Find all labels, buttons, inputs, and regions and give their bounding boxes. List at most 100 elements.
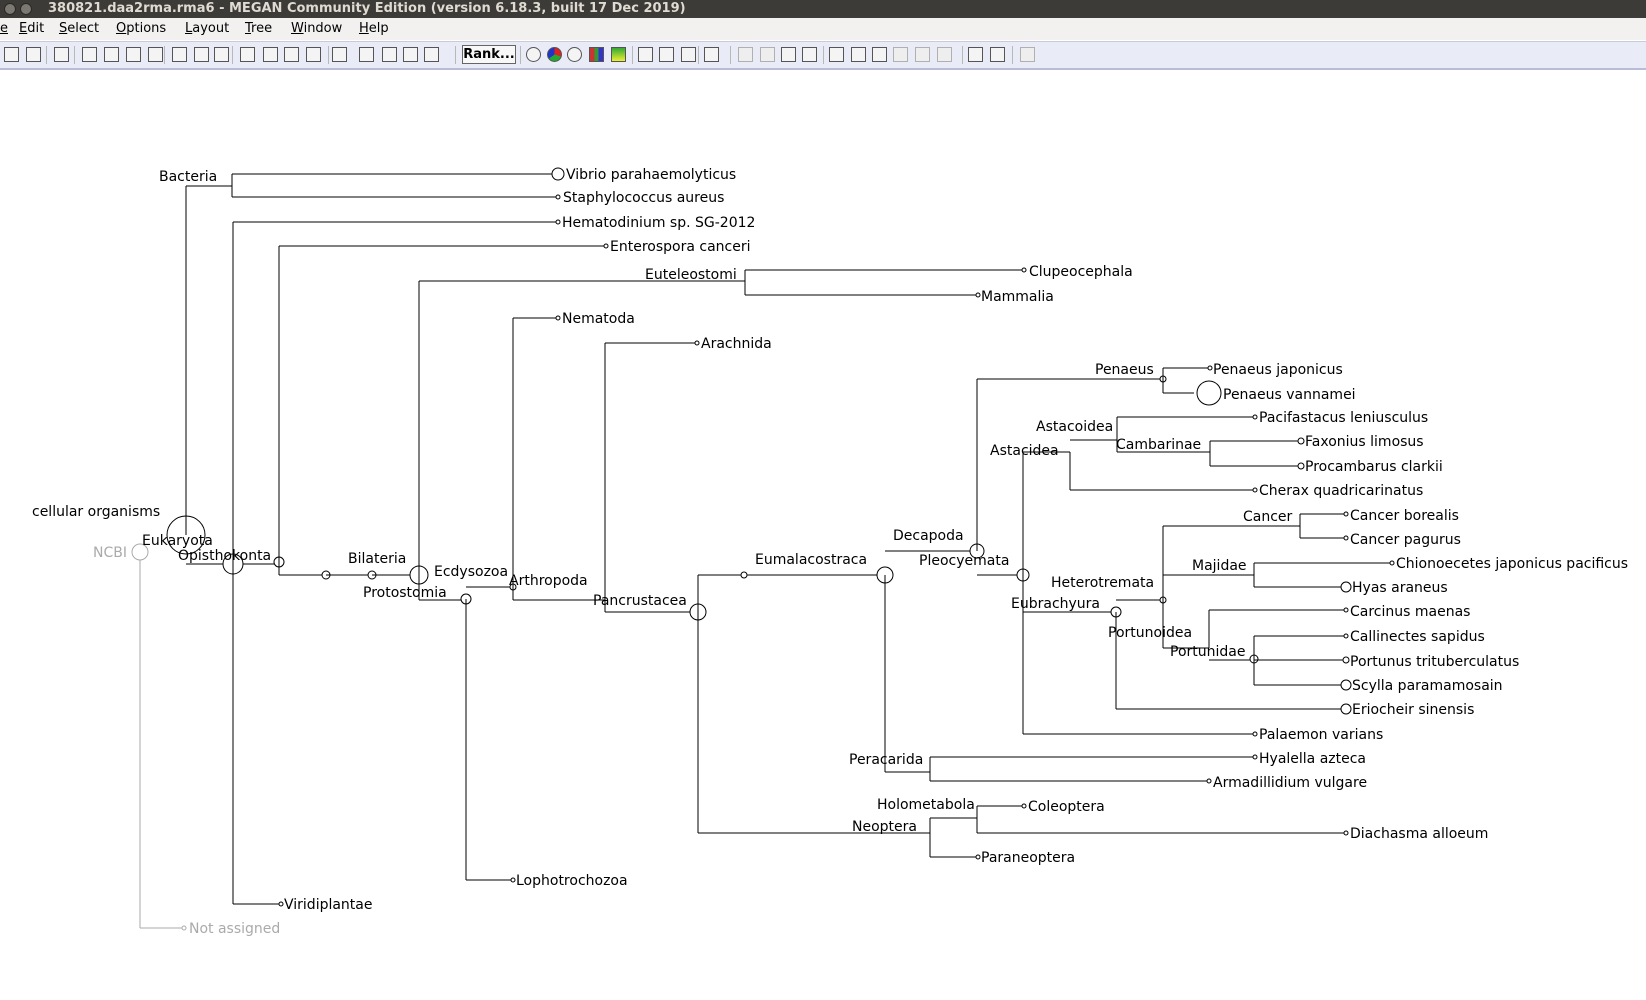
node-label-hyalella[interactable]: Hyalella azteca [1259, 751, 1366, 767]
contract-vertical-icon[interactable] [104, 47, 119, 62]
node-label-p_japonicus[interactable]: Penaeus japonicus [1213, 362, 1343, 378]
menu-layout[interactable]: Layout [185, 18, 229, 40]
uncollapse-icon[interactable] [382, 47, 397, 62]
node-label-hyas[interactable]: Hyas araneus [1352, 580, 1448, 596]
node-label-vibrio[interactable]: Vibrio parahaemolyticus [566, 167, 736, 183]
node-label-peracarida[interactable]: Peracarida [849, 752, 923, 768]
node-label-carcinus[interactable]: Carcinus maenas [1350, 604, 1470, 620]
node-label-portunoidea[interactable]: Portunoidea [1108, 625, 1192, 641]
node-label-armadillidium[interactable]: Armadillidium vulgare [1213, 775, 1367, 791]
node-label-protostomia[interactable]: Protostomia [363, 585, 447, 601]
node-label-chionoecetes[interactable]: Chionoecetes japonicus pacificus [1396, 556, 1628, 572]
log-scale-icon[interactable] [681, 47, 696, 62]
node-label-arthropoda[interactable]: Arthropoda [509, 573, 588, 589]
minimize-window-icon[interactable] [20, 3, 32, 15]
node-label-diachasma[interactable]: Diachasma alloeum [1350, 826, 1488, 842]
node-label-not_assigned[interactable]: Not assigned [189, 921, 280, 937]
keep-only-icon[interactable] [424, 47, 439, 62]
node-label-coleoptera[interactable]: Coleoptera [1028, 799, 1105, 815]
phylogram-icon[interactable] [284, 47, 299, 62]
node-label-pacifastacus[interactable]: Pacifastacus leniusculus [1259, 410, 1428, 426]
node-label-opisthokonta[interactable]: Opisthokonta [178, 548, 271, 564]
table-icon[interactable] [990, 47, 1005, 62]
node-label-pleocyemata[interactable]: Pleocyemata [919, 553, 1009, 569]
details-icon[interactable] [1020, 47, 1035, 62]
heatmap-node-icon[interactable] [611, 47, 626, 62]
bar-chart-icon[interactable] [589, 47, 604, 62]
node-label-palaemon[interactable]: Palaemon varians [1259, 727, 1383, 743]
node-label-callinectes[interactable]: Callinectes sapidus [1350, 629, 1485, 645]
node-label-hematodinium[interactable]: Hematodinium sp. SG-2012 [562, 215, 755, 231]
node-label-bilateria[interactable]: Bilateria [348, 551, 406, 567]
node-label-c_pagurus[interactable]: Cancer pagurus [1350, 532, 1461, 548]
node-label-ncbi[interactable]: NCBI [93, 545, 127, 561]
node-label-ecdysozoa[interactable]: Ecdysozoa [434, 564, 508, 580]
node-label-neoptera[interactable]: Neoptera [852, 819, 917, 835]
node-label-eubrachyura[interactable]: Eubrachyura [1011, 596, 1100, 612]
node-label-astacoidea[interactable]: Astacoidea [1036, 419, 1113, 435]
menu-select[interactable]: Select [59, 18, 99, 40]
close-window-icon[interactable] [4, 3, 16, 15]
node-label-staph[interactable]: Staphylococcus aureus [563, 190, 724, 206]
node-label-heterotremata[interactable]: Heterotremata [1051, 575, 1154, 591]
node-label-cellular[interactable]: cellular organisms [32, 504, 160, 520]
export-icon[interactable] [26, 47, 41, 62]
node-label-euteleostomi[interactable]: Euteleostomi [645, 267, 737, 283]
node-label-arachnida[interactable]: Arachnida [701, 336, 772, 352]
color-icon[interactable] [802, 47, 817, 62]
expand-horizontal-icon[interactable] [126, 47, 141, 62]
circle-node-icon[interactable] [526, 47, 541, 62]
node-label-eukaryota[interactable]: Eukaryota [142, 533, 213, 549]
node-label-portunus[interactable]: Portunus trituberculatus [1350, 654, 1519, 670]
node-label-paraneoptera[interactable]: Paraneoptera [981, 850, 1075, 866]
heatmap-icon[interactable] [332, 47, 347, 62]
fit-icon[interactable] [968, 47, 983, 62]
linear-scale-icon[interactable] [638, 47, 653, 62]
zoom-width-icon[interactable] [194, 47, 209, 62]
menu-file[interactable]: e [0, 18, 8, 40]
taxon-ids-icon[interactable] [851, 47, 866, 62]
menu-options[interactable]: Options [116, 18, 166, 40]
node-label-scylla[interactable]: Scylla paramamosain [1352, 678, 1503, 694]
node-label-cambarinae[interactable]: Cambarinae [1116, 437, 1201, 453]
taxon-names-icon[interactable] [829, 47, 844, 62]
node-label-bacteria[interactable]: Bacteria [159, 169, 217, 185]
node-label-nematoda[interactable]: Nematoda [562, 311, 635, 327]
node-label-c_borealis[interactable]: Cancer borealis [1350, 508, 1459, 524]
menu-tree[interactable]: Tree [245, 18, 272, 40]
node-label-cherax[interactable]: Cherax quadricarinatus [1259, 483, 1423, 499]
collapse-icon[interactable] [359, 47, 374, 62]
node-label-pancrustacea[interactable]: Pancrustacea [593, 593, 687, 609]
contract-horizontal-icon[interactable] [148, 47, 163, 62]
node-label-portunidae[interactable]: Portunidae [1170, 644, 1245, 660]
taxon-rank-icon[interactable] [872, 47, 887, 62]
zoom-full-icon[interactable] [214, 47, 229, 62]
assigned-icon[interactable] [893, 47, 908, 62]
rank-button[interactable]: Rank... [462, 45, 516, 64]
node-label-cancer[interactable]: Cancer [1243, 509, 1293, 525]
collapse-complement-icon[interactable] [403, 47, 418, 62]
expand-vertical-icon[interactable] [82, 47, 97, 62]
coxcomb-icon[interactable] [567, 47, 582, 62]
rooted-tree-icon[interactable] [240, 47, 255, 62]
node-label-mammalia[interactable]: Mammalia [981, 289, 1054, 305]
node-label-p_vannamei[interactable]: Penaeus vannamei [1223, 387, 1356, 403]
node-label-holometabola[interactable]: Holometabola [877, 797, 975, 813]
menu-window[interactable]: Window [291, 18, 342, 40]
cladogram-icon[interactable] [263, 47, 278, 62]
sqrt-scale-icon[interactable] [659, 47, 674, 62]
fit-tree-icon[interactable] [172, 47, 187, 62]
menu-edit[interactable]: Edit [19, 18, 44, 40]
node-label-eriocheir[interactable]: Eriocheir sinensis [1352, 702, 1474, 718]
radial-tree-icon[interactable] [306, 47, 321, 62]
pie-chart-icon[interactable] [547, 47, 562, 62]
node-label-eumalacostraca[interactable]: Eumalacostraca [755, 552, 867, 568]
node-label-clupeocephala[interactable]: Clupeocephala [1029, 264, 1133, 280]
node-label-decapoda[interactable]: Decapoda [893, 528, 964, 544]
spacer-icon-2[interactable] [760, 47, 775, 62]
node-label-astacidea[interactable]: Astacidea [990, 443, 1059, 459]
summed-icon[interactable] [915, 47, 930, 62]
spacer-icon[interactable] [738, 47, 753, 62]
node-label-procambarus[interactable]: Procambarus clarkii [1305, 459, 1443, 475]
node-label-enterospora[interactable]: Enterospora canceri [610, 239, 750, 255]
